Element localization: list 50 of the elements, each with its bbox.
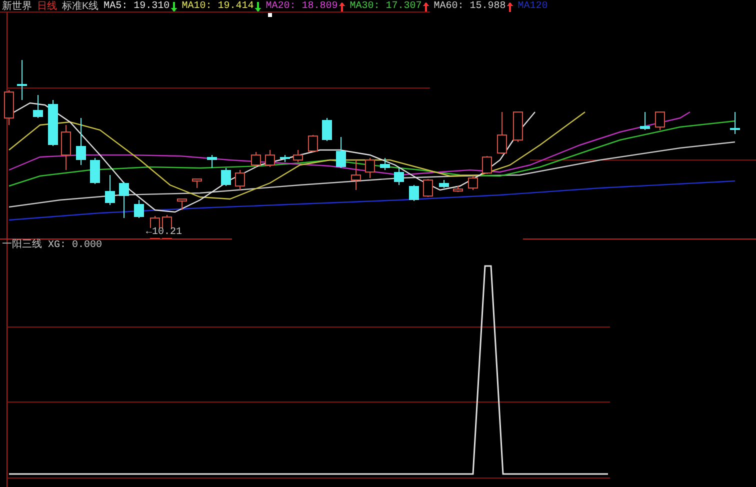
candlestick — [439, 180, 449, 188]
candlestick — [221, 168, 231, 186]
low-price-label: 10.21 — [152, 228, 182, 238]
candlestick — [105, 174, 115, 206]
candlestick — [640, 112, 650, 130]
candlestick — [336, 136, 346, 168]
candlestick — [394, 168, 404, 186]
candlestick — [119, 182, 129, 218]
candlestick — [17, 60, 27, 100]
candlestick — [293, 150, 303, 162]
moving-average-reading: MA20: 18.809 — [266, 0, 338, 12]
candlestick — [177, 198, 187, 210]
candlestick — [235, 170, 245, 190]
chart-type-label: 标准K线 — [62, 2, 99, 12]
candlestick — [365, 158, 375, 178]
candlestick — [482, 156, 492, 174]
cursor-icon — [268, 13, 272, 17]
candlestick — [4, 90, 14, 126]
candlestick — [453, 186, 463, 192]
period-label: 日线 — [37, 2, 57, 12]
moving-average-reading: MA120 — [518, 0, 548, 12]
candlestick — [251, 152, 261, 168]
indicator-name: 一阳三线 — [2, 241, 42, 251]
candlestick — [76, 118, 86, 166]
candlestick — [730, 112, 740, 134]
candlestick — [61, 124, 71, 170]
indicator-reading: XG: 0.000 — [48, 241, 102, 251]
moving-average-reading: MA60: 15.988 — [434, 0, 506, 12]
candlestick — [33, 94, 43, 118]
candlestick — [423, 178, 433, 198]
candlestick — [380, 158, 390, 170]
candlestick — [322, 118, 332, 142]
candlestick — [207, 154, 217, 168]
candlestick — [468, 176, 478, 190]
candlestick — [497, 112, 507, 154]
stock-name: 新世界 — [2, 2, 32, 12]
candlestick — [351, 160, 361, 190]
candlestick — [308, 134, 318, 152]
candlestick — [192, 178, 202, 188]
moving-average-reading: MA5: 19.310 — [104, 0, 170, 12]
candlestick — [409, 184, 419, 202]
candlestick — [90, 158, 100, 184]
candlestick — [134, 200, 144, 218]
candlestick — [48, 100, 58, 146]
moving-average-reading: MA30: 17.307 — [350, 0, 422, 12]
candlestick — [513, 112, 523, 142]
candlestick — [655, 112, 665, 130]
candlestick — [265, 150, 275, 168]
moving-average-reading: MA10: 19.414 — [182, 0, 254, 12]
candlestick — [280, 154, 290, 162]
